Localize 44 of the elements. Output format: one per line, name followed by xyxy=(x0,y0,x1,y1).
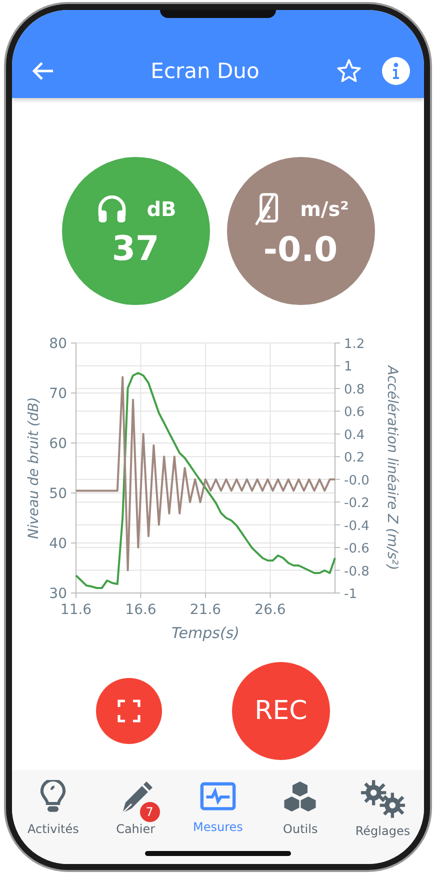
back-button[interactable] xyxy=(32,61,54,81)
y-tick-label: -0.8 xyxy=(344,564,370,580)
y-tick-label: 1.2 xyxy=(344,337,365,352)
count-badge: 7 xyxy=(138,800,162,824)
unit-label: dB xyxy=(146,197,176,221)
y-tick-label: 0.8 xyxy=(344,382,365,398)
x-axis-title: Temps(s) xyxy=(172,624,240,642)
readout-value: -0.0 xyxy=(263,230,338,270)
x-tick-label: 16.6 xyxy=(125,602,156,618)
y-axis-title: Niveau de bruit (dB) xyxy=(26,397,42,539)
y-tick-label: -0.6 xyxy=(344,542,370,557)
info-icon xyxy=(382,57,410,85)
y-tick-label: 40 xyxy=(49,536,67,552)
y-tick-label: 50 xyxy=(49,486,67,502)
y-tick-label: -0.2 xyxy=(344,496,370,512)
nav-tab[interactable]: Activités xyxy=(13,774,94,864)
y-axis-title: Accélération linéaire Z (m/s²) xyxy=(384,366,400,570)
y-tick-label: -1 xyxy=(344,587,357,602)
unit-label: m/s² xyxy=(300,197,349,221)
x-tick-label: 11.6 xyxy=(60,602,92,618)
y-tick-label: 70 xyxy=(49,386,67,402)
y-tick-label: 60 xyxy=(49,436,67,452)
x-tick-label: 26.6 xyxy=(254,602,286,618)
info-button[interactable] xyxy=(382,57,410,85)
y-tick-label: 0.6 xyxy=(344,405,365,420)
fullscreen-icon xyxy=(117,699,141,723)
y-tick-label: -0.4 xyxy=(344,518,370,534)
y-tick-label: 1 xyxy=(344,360,352,375)
y-tick-label: 0.2 xyxy=(344,450,365,466)
gears-icon xyxy=(360,780,405,818)
y-tick-label: 30 xyxy=(49,586,67,602)
x-tick-label: 21.6 xyxy=(190,602,222,618)
favorite-button[interactable] xyxy=(336,58,362,84)
screen-title: Ecran Duo xyxy=(150,59,260,83)
readout-value: 37 xyxy=(112,229,160,269)
back-arrow-icon xyxy=(32,61,54,81)
nav-tab[interactable]: Mesures xyxy=(178,774,258,864)
star-icon xyxy=(336,58,362,84)
y-tick-label: -0.0 xyxy=(344,473,370,488)
y-tick-label: 80 xyxy=(49,336,67,352)
record-button[interactable]: REC xyxy=(232,662,330,760)
nav-tab[interactable]: Outils xyxy=(260,774,340,864)
nav-tab[interactable]: Réglages xyxy=(342,774,423,864)
y-tick-label: 0.4 xyxy=(344,428,365,443)
